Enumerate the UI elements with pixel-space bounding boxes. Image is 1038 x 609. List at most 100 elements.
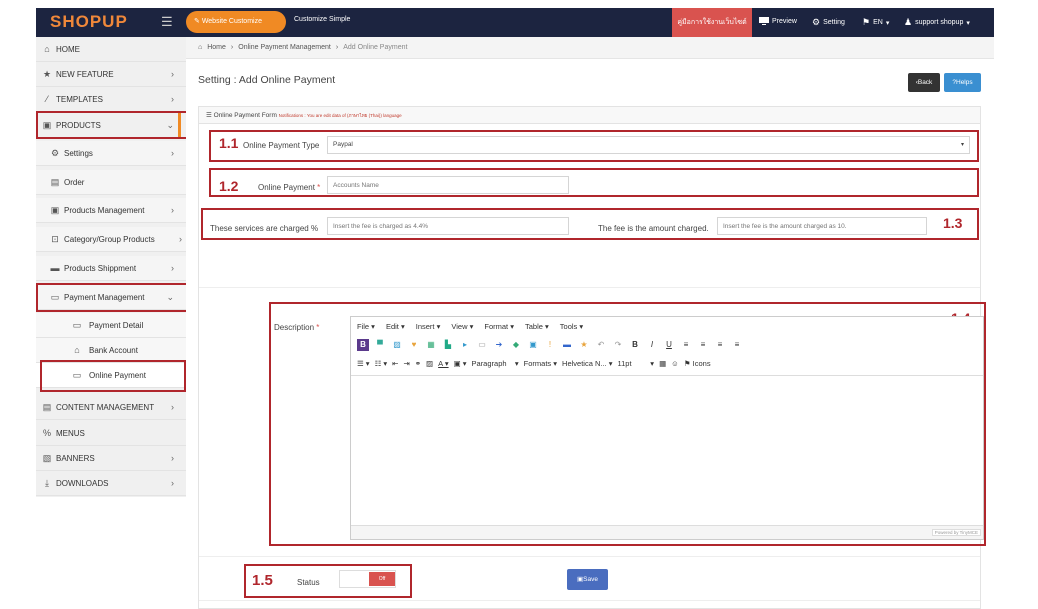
card-icon: ▭ — [72, 319, 82, 330]
chevron-right-icon: › — [230, 44, 234, 51]
sidebar-item-downloads[interactable]: ⤓ DOWNLOADS › — [36, 471, 186, 496]
category-icon: ⊡ — [51, 233, 59, 244]
sidebar-item-label: Category/Group Products — [64, 234, 155, 244]
chevron-right-icon: › — [171, 69, 174, 79]
website-customize-label: Website Customize — [201, 18, 262, 25]
chevron-right-icon: › — [171, 402, 174, 412]
chevron-right-icon: › — [171, 263, 174, 273]
setting-button[interactable]: ⚙ Setting — [812, 17, 845, 28]
breadcrumb-home[interactable]: Home — [207, 44, 226, 51]
language-dropdown[interactable]: ⚑ EN ▾ — [862, 17, 889, 28]
shopup-logo[interactable]: SHOPUP — [50, 12, 128, 32]
sidebar-item-label: Products Shippment — [64, 263, 137, 273]
list-icon: ☰ — [206, 112, 214, 119]
sidebar-item-label: HOME — [56, 44, 80, 54]
save-button[interactable]: ▣Save — [567, 569, 608, 590]
sidebar-item-category[interactable]: ⊡ Category/Group Products › — [36, 227, 186, 252]
chevron-right-icon: › — [179, 234, 182, 244]
home-icon: ⌂ — [198, 44, 203, 51]
breadcrumb-current: Add Online Payment — [343, 44, 408, 51]
highlight-online-payment — [40, 360, 186, 392]
divider — [199, 287, 980, 288]
chevron-right-icon: › — [171, 453, 174, 463]
sidebar-item-home[interactable]: ⌂ HOME — [36, 37, 186, 62]
monitor-icon — [759, 17, 769, 25]
brush-icon: ✎ — [194, 18, 202, 25]
image-icon: ▧ — [42, 452, 52, 463]
hamburger-menu-icon[interactable]: ☰ — [161, 14, 173, 30]
highlight-1-4 — [269, 302, 986, 546]
gift-icon: ▣ — [50, 204, 60, 215]
sidebar-item-label: CONTENT MANAGEMENT — [56, 402, 155, 412]
chevron-right-icon: › — [171, 478, 174, 488]
divider — [199, 600, 980, 601]
helps-button[interactable]: ?Helps — [944, 73, 981, 92]
sidebar-item-order[interactable]: ▤ Order — [36, 170, 186, 195]
breadcrumb-online-payment-management[interactable]: Online Payment Management — [238, 44, 331, 51]
menu-icon: % — [42, 428, 51, 438]
user-dropdown[interactable]: ♟ support shopup ▾ — [904, 17, 970, 28]
file-icon: ▤ — [50, 176, 60, 187]
main-content: ⌂ Home › Online Payment Management › Add… — [186, 37, 994, 609]
sidebar-item-label: Bank Account — [89, 345, 138, 355]
save-label: Save — [583, 576, 598, 583]
sidebar-item-content-management[interactable]: ▤ CONTENT MANAGEMENT › — [36, 395, 186, 420]
bank-icon: ⌂ — [74, 345, 80, 355]
sidebar-item-label: TEMPLATES — [56, 94, 103, 104]
helps-label: Helps — [956, 79, 973, 86]
sidebar-item-label: Payment Detail — [89, 320, 144, 330]
chevron-right-icon: › — [171, 94, 174, 104]
breadcrumb: ⌂ Home › Online Payment Management › Add… — [186, 37, 994, 59]
user-label: support shopup — [915, 19, 964, 26]
caret-down-icon: ▾ — [885, 19, 890, 27]
download-icon: ⤓ — [45, 477, 49, 488]
sidebar-item-products-management[interactable]: ▣ Products Management › — [36, 198, 186, 223]
gear-icon: ⚙ — [812, 17, 821, 27]
sidebar-item-banners[interactable]: ▧ BANNERS › — [36, 446, 186, 471]
caret-down-icon: ▾ — [966, 19, 970, 27]
sidebar-item-payment-detail[interactable]: ▭ Payment Detail — [36, 313, 186, 338]
form-header: ☰ Online Payment Form Notifications : Yo… — [199, 107, 980, 124]
form-title: Online Payment Form — [213, 112, 277, 119]
form-notification: Notifications : You are edit data of (ภา… — [278, 113, 402, 118]
flag-icon: ⚑ — [862, 17, 871, 27]
sidebar-item-label: Products Management — [64, 205, 145, 215]
highlight-1-3 — [201, 208, 979, 240]
preview-label: Preview — [772, 17, 797, 25]
sidebar-item-templates[interactable]: ⁄ TEMPLATES › — [36, 87, 186, 112]
back-button[interactable]: ‹Back — [908, 73, 940, 92]
user-icon: ♟ — [904, 17, 913, 27]
language-label: EN — [873, 19, 883, 26]
preview-button[interactable]: Preview — [759, 17, 797, 25]
highlight-1-5 — [244, 564, 412, 598]
manual-button[interactable]: คู่มือการใช้งานเว็บไซต์ — [672, 8, 752, 37]
highlight-1-2 — [209, 168, 979, 197]
home-icon: ⌂ — [44, 44, 50, 54]
sidebar-item-label: BANNERS — [56, 453, 95, 463]
sidebar-item-menus[interactable]: % MENUS — [36, 421, 186, 446]
star-icon: ★ — [42, 68, 52, 79]
app-window: SHOPUP ☰ ✎ Website Customize Customize S… — [36, 8, 994, 609]
sidebar-item-label: DOWNLOADS — [56, 478, 109, 488]
customize-simple-link[interactable]: Customize Simple — [294, 16, 350, 23]
top-bar: SHOPUP ☰ ✎ Website Customize Customize S… — [36, 8, 994, 37]
back-label: Back — [917, 79, 933, 86]
sidebar: ⌂ HOME ★ NEW FEATURE › ⁄ TEMPLATES › ▣ PRODUCT… — [36, 37, 190, 497]
highlight-1-1 — [209, 130, 979, 162]
divider — [199, 556, 980, 557]
sidebar-item-label: Settings — [64, 148, 93, 158]
online-payment-form: ☰ Online Payment Form Notifications : Yo… — [198, 106, 986, 609]
sidebar-item-shippment[interactable]: ▬ Products Shippment › — [36, 256, 186, 281]
sidebar-item-label: MENUS — [56, 428, 85, 438]
sidebar-item-label: NEW FEATURE — [56, 69, 114, 79]
highlight-products — [36, 111, 190, 139]
website-customize-button[interactable]: ✎ Website Customize — [186, 11, 286, 33]
sidebar-item-label: Order — [64, 177, 85, 187]
gear-icon: ⚙ — [50, 147, 60, 158]
sidebar-item-new-feature[interactable]: ★ NEW FEATURE › — [36, 62, 186, 87]
highlight-payment-management — [36, 283, 188, 312]
chevron-right-icon: › — [171, 148, 174, 158]
sidebar-item-settings[interactable]: ⚙ Settings › — [36, 141, 186, 166]
magic-icon: ⁄ — [46, 94, 48, 104]
setting-label: Setting — [823, 19, 845, 26]
